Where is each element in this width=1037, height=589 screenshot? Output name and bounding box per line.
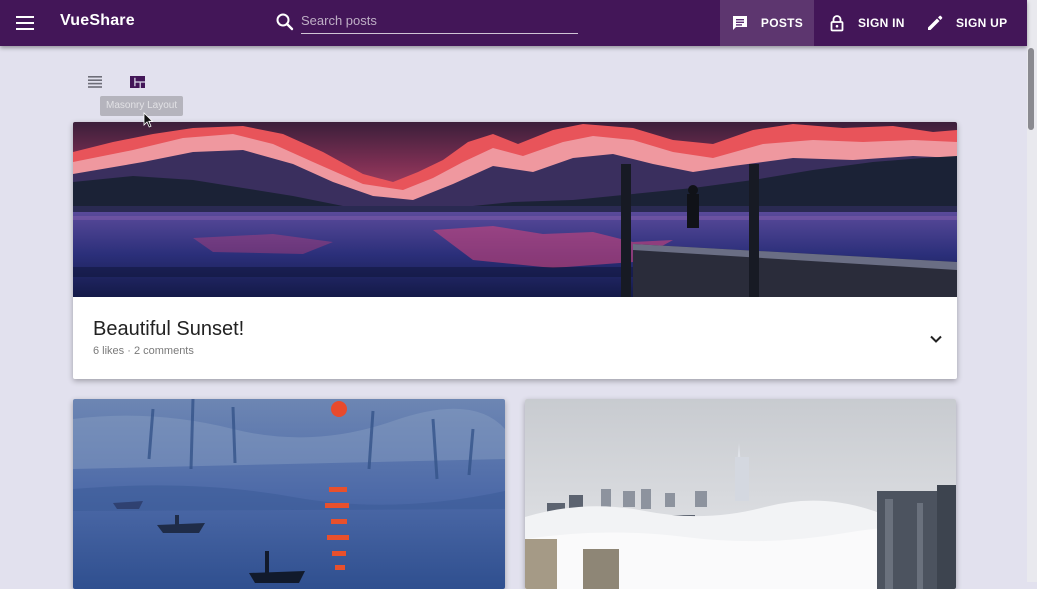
chat-icon	[732, 16, 747, 30]
post-image[interactable]	[73, 399, 505, 589]
search-icon	[276, 13, 294, 31]
lock-icon	[830, 15, 844, 32]
nav-signin-label: SIGN IN	[858, 16, 905, 30]
post-meta: 6 likes · 2 comments	[93, 345, 194, 357]
masonry-layout-button[interactable]	[126, 72, 148, 92]
search-input[interactable]	[301, 8, 578, 34]
post-card[interactable]	[73, 399, 505, 589]
pencil-icon	[928, 15, 943, 30]
menu-icon[interactable]	[12, 11, 38, 35]
post-card[interactable]: Beautiful Sunset! 6 likes · 2 comments	[73, 122, 957, 379]
nav-signup-label: SIGN UP	[956, 16, 1008, 30]
post-image[interactable]	[525, 399, 956, 589]
list-layout-button[interactable]	[84, 72, 106, 92]
expand-more-button[interactable]	[925, 328, 947, 350]
post-title: Beautiful Sunset!	[93, 318, 245, 340]
chevron-down-icon	[930, 335, 942, 343]
masonry-layout-icon	[129, 76, 145, 88]
scrollbar-thumb[interactable]	[1028, 48, 1034, 130]
mouse-cursor-icon	[143, 112, 154, 128]
layout-tooltip: Masonry Layout	[100, 96, 184, 116]
app-title[interactable]: VueShare	[60, 12, 135, 30]
nav-posts-button[interactable]: POSTS	[720, 0, 814, 46]
post-image[interactable]	[73, 122, 957, 297]
nav-signin-button[interactable]: SIGN IN	[828, 0, 905, 46]
nav-posts-label: POSTS	[760, 16, 804, 30]
post-card[interactable]	[525, 399, 956, 589]
app-bar: VueShare POSTS SIGN IN SIGN UP	[0, 0, 1027, 46]
list-layout-icon	[88, 76, 102, 88]
nav-signup-button[interactable]: SIGN UP	[926, 0, 1007, 46]
